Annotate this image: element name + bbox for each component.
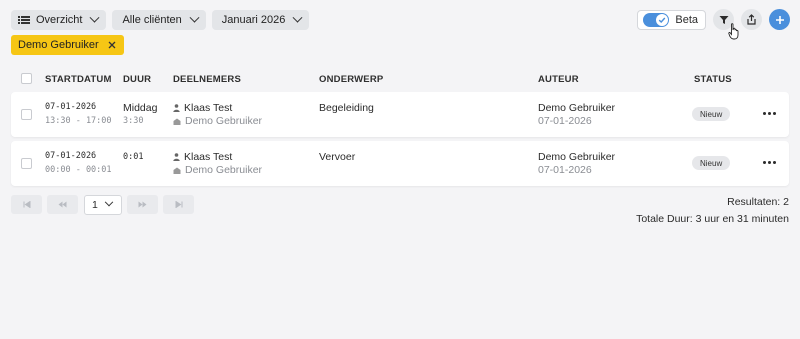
- status-badge: Nieuw: [692, 107, 731, 121]
- total-duration: Totale Duur: 3 uur en 31 minuten: [636, 213, 789, 225]
- last-page-icon: [175, 201, 182, 208]
- results-label: Resultaten:: [727, 196, 781, 208]
- column-header-auteur[interactable]: AUTEUR: [538, 74, 579, 85]
- row-duration: 0:01: [123, 152, 144, 162]
- row-duration: Middag: [123, 102, 158, 114]
- row-author: Demo Gebruiker: [538, 102, 616, 114]
- fast-forward-icon: [138, 201, 147, 208]
- table-row[interactable]: 07-01-2026 00:00 - 00:01 0:01 Klaas Test…: [11, 141, 789, 186]
- add-button[interactable]: [769, 9, 790, 30]
- rewind-icon: [58, 201, 67, 208]
- action-toolbar: Beta: [637, 9, 790, 30]
- clients-dropdown-label: Alle cliënten: [122, 14, 182, 26]
- month-dropdown[interactable]: Januari 2026: [211, 10, 310, 30]
- last-page-button[interactable]: [163, 195, 194, 214]
- results-value: 2: [783, 196, 789, 208]
- row-participant[interactable]: Klaas Test: [173, 151, 232, 163]
- list-icon: [18, 15, 30, 25]
- page-select[interactable]: 1: [84, 195, 122, 215]
- chevron-down-icon: [104, 197, 114, 207]
- row-participant-name: Klaas Test: [184, 102, 233, 114]
- filter-icon: [719, 15, 728, 24]
- row-participant-org-name: Demo Gebruiker: [185, 115, 263, 127]
- share-icon: [747, 14, 756, 25]
- month-dropdown-label: Januari 2026: [221, 14, 286, 26]
- view-dropdown-label: Overzicht: [36, 14, 83, 26]
- export-button[interactable]: [741, 9, 762, 30]
- row-participant-name: Klaas Test: [184, 151, 233, 163]
- column-header-onderwerp[interactable]: ONDERWERP: [319, 74, 383, 85]
- column-header-deelnemers[interactable]: DEELNEMERS: [173, 74, 241, 85]
- building-icon: [173, 118, 181, 125]
- table-row[interactable]: 07-01-2026 13:30 - 17:00 Middag 3:30 Kla…: [11, 92, 789, 137]
- next-page-button[interactable]: [127, 195, 158, 214]
- chevron-down-icon: [90, 12, 100, 23]
- first-page-icon: [23, 201, 30, 208]
- column-header-duur[interactable]: DUUR: [123, 74, 151, 85]
- row-author-date: 07-01-2026: [538, 164, 592, 176]
- page-select-value: 1: [92, 199, 98, 211]
- beta-label: Beta: [675, 13, 698, 26]
- plus-icon: [775, 15, 784, 24]
- row-subject: Vervoer: [319, 151, 356, 163]
- row-time: 00:00 - 00:01: [45, 165, 112, 175]
- results-count: Resultaten: 2: [727, 196, 789, 208]
- chevron-down-icon: [189, 12, 200, 23]
- row-date: 07-01-2026: [45, 102, 97, 112]
- status-badge: Nieuw: [692, 156, 731, 170]
- row-checkbox[interactable]: [21, 158, 32, 169]
- beta-toggle[interactable]: Beta: [637, 9, 706, 30]
- check-icon: [656, 13, 669, 26]
- close-icon[interactable]: [108, 41, 116, 49]
- chevron-down-icon: [292, 12, 303, 23]
- active-filter-label: Demo Gebruiker: [18, 39, 99, 51]
- row-duration-sub: 3:30: [123, 116, 144, 126]
- building-icon: [173, 167, 181, 174]
- column-header-startdatum[interactable]: STARTDATUM: [45, 74, 112, 85]
- view-dropdown[interactable]: Overzicht: [11, 10, 107, 30]
- row-subject: Begeleiding: [319, 102, 374, 114]
- column-header-status[interactable]: STATUS: [694, 74, 732, 85]
- row-time: 13:30 - 17:00: [45, 116, 112, 126]
- select-all-checkbox[interactable]: [21, 73, 32, 84]
- row-checkbox[interactable]: [21, 109, 32, 120]
- user-icon: [173, 104, 180, 112]
- row-date: 07-01-2026: [45, 151, 97, 161]
- row-author: Demo Gebruiker: [538, 151, 616, 163]
- hand-cursor-icon: [728, 23, 739, 40]
- clients-dropdown[interactable]: Alle cliënten: [112, 10, 206, 30]
- active-filter-chip[interactable]: Demo Gebruiker: [11, 35, 124, 55]
- more-actions-icon[interactable]: [763, 112, 776, 115]
- table-header: STARTDATUM DUUR DEELNEMERS ONDERWERP AUT…: [11, 69, 789, 89]
- previous-page-button[interactable]: [47, 195, 78, 214]
- row-participant-org: Demo Gebruiker: [173, 115, 262, 127]
- more-actions-icon[interactable]: [763, 161, 776, 164]
- row-participant-org-name: Demo Gebruiker: [185, 164, 263, 176]
- beta-switch[interactable]: [643, 12, 670, 27]
- row-participant[interactable]: Klaas Test: [173, 102, 232, 114]
- user-icon: [173, 153, 180, 161]
- row-author-date: 07-01-2026: [538, 115, 592, 127]
- first-page-button[interactable]: [11, 195, 42, 214]
- row-participant-org: Demo Gebruiker: [173, 164, 262, 176]
- filter-toolbar: Overzicht Alle cliënten Januari 2026: [11, 10, 310, 30]
